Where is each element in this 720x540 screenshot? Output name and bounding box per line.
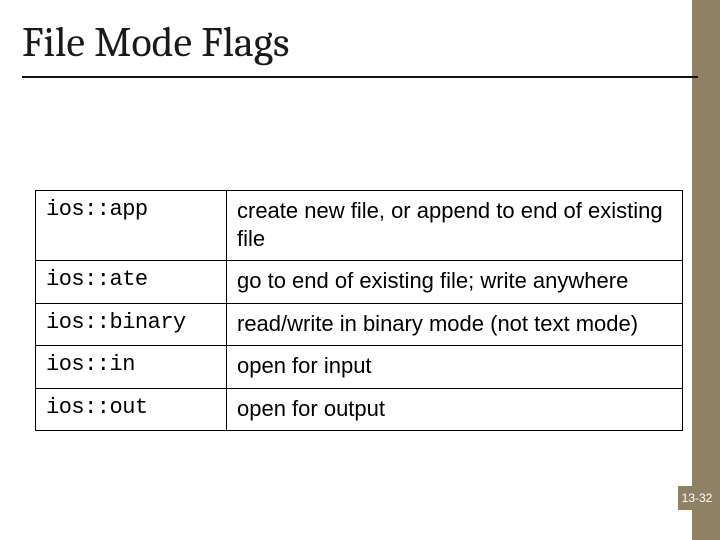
flag-cell: ios::out (36, 388, 227, 431)
desc-cell: go to end of existing file; write anywhe… (227, 261, 683, 304)
file-mode-flags-table: ios::app create new file, or append to e… (35, 190, 683, 431)
table-row: ios::app create new file, or append to e… (36, 191, 683, 261)
flag-cell: ios::in (36, 346, 227, 389)
page-number-badge: 13-32 (678, 486, 716, 510)
flag-cell: ios::app (36, 191, 227, 261)
flag-cell: ios::binary (36, 303, 227, 346)
desc-cell: open for output (227, 388, 683, 431)
title-block: File Mode Flags (22, 20, 698, 78)
table-row: ios::in open for input (36, 346, 683, 389)
table-row: ios::binary read/write in binary mode (n… (36, 303, 683, 346)
page-title: File Mode Flags (22, 20, 698, 66)
flag-cell: ios::ate (36, 261, 227, 304)
table-row: ios::ate go to end of existing file; wri… (36, 261, 683, 304)
desc-cell: read/write in binary mode (not text mode… (227, 303, 683, 346)
desc-cell: open for input (227, 346, 683, 389)
slide: File Mode Flags ios::app create new file… (0, 0, 720, 540)
title-underline (22, 76, 698, 78)
accent-sidebar (692, 0, 720, 540)
desc-cell: create new file, or append to end of exi… (227, 191, 683, 261)
table-row: ios::out open for output (36, 388, 683, 431)
